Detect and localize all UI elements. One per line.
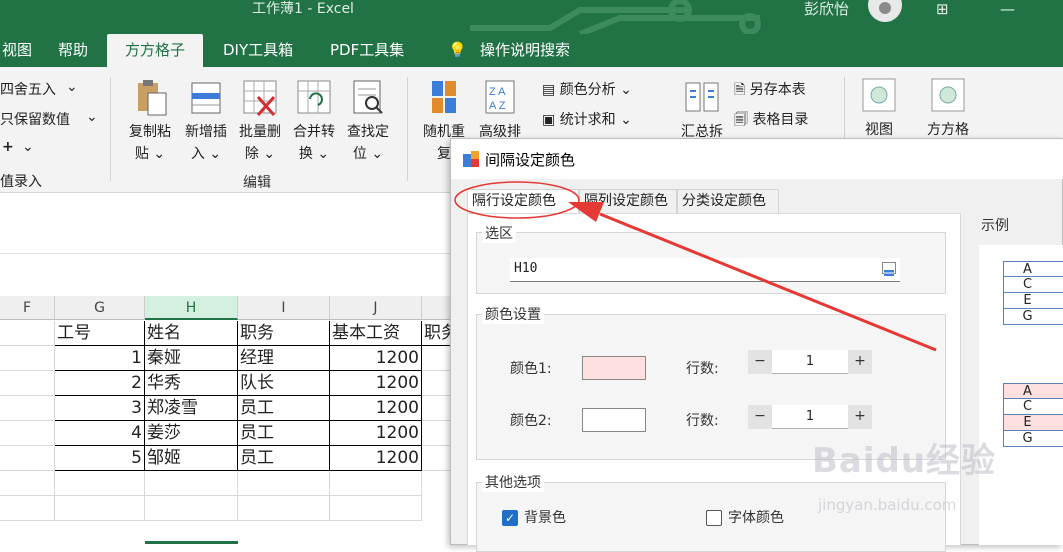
annotation-arrow-head	[568, 202, 604, 222]
baidu-watermark-url: jingyan.baidu.com	[818, 496, 957, 514]
baidu-watermark: Baidu经验	[812, 441, 997, 481]
annotation-arrow-line	[599, 212, 937, 352]
highlight-ellipse	[454, 181, 580, 219]
